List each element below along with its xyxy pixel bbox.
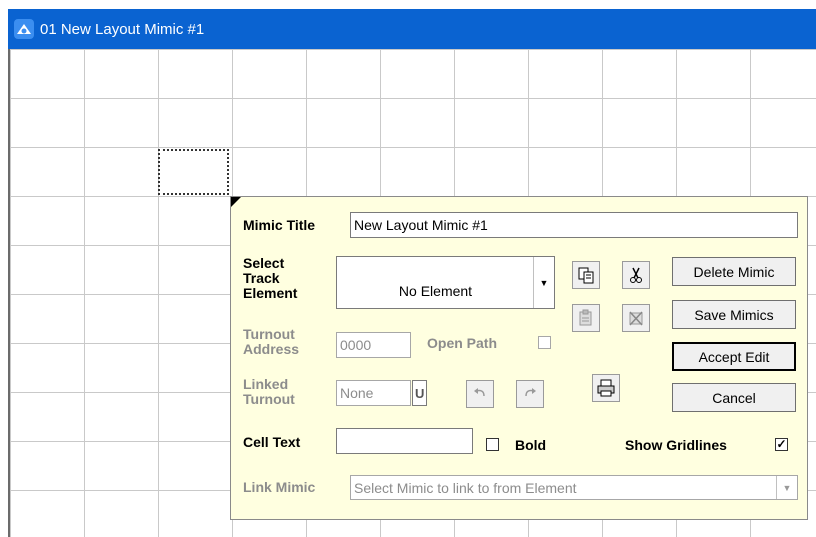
select-track-label-line1: Select: [243, 255, 285, 271]
cell-text-label: Cell Text: [243, 434, 301, 450]
panel-corner-marker: [231, 197, 241, 207]
linked-turnout-label-line1: Linked: [243, 376, 289, 392]
link-mimic-dropdown[interactable]: Select Mimic to link to from Element ▼: [350, 475, 798, 500]
link-mimic-value: Select Mimic to link to from Element: [354, 479, 577, 496]
delete-element-icon[interactable]: [622, 304, 650, 332]
window-titlebar[interactable]: 01 New Layout Mimic #1: [8, 9, 816, 49]
copy-icon[interactable]: [572, 261, 600, 289]
linked-turnout-label-line2: Turnout: [243, 391, 295, 407]
cell-text-input[interactable]: [336, 428, 473, 454]
show-gridlines-checkbox[interactable]: ✓: [775, 438, 788, 451]
turnout-address-label-line1: Turnout: [243, 326, 295, 342]
turnout-address-label-line2: Address: [243, 341, 300, 357]
redo-icon[interactable]: [516, 380, 544, 408]
mimic-title-label: Mimic Title: [243, 217, 316, 233]
bold-checkbox[interactable]: [486, 438, 499, 451]
bold-label: Bold: [515, 437, 547, 453]
accept-edit-button[interactable]: Accept Edit: [672, 342, 796, 371]
linked-turnout-u-field[interactable]: U: [412, 380, 427, 406]
open-path-label: Open Path: [427, 335, 498, 351]
turnout-address-input[interactable]: 0000: [336, 332, 411, 358]
edit-panel: Mimic Title New Layout Mimic #1 Select T…: [230, 196, 808, 520]
track-element-value: No Element: [398, 282, 473, 299]
dropdown-arrow-icon[interactable]: ▼: [533, 257, 554, 308]
select-track-label-line3: Element: [243, 285, 298, 301]
delete-mimic-button[interactable]: Delete Mimic: [672, 257, 796, 286]
print-icon[interactable]: [592, 374, 620, 402]
show-gridlines-label: Show Gridlines: [625, 437, 727, 453]
save-mimics-button[interactable]: Save Mimics: [672, 300, 796, 329]
paste-icon[interactable]: [572, 304, 600, 332]
app-logo-icon: [14, 19, 34, 39]
cut-icon[interactable]: [622, 261, 650, 289]
undo-icon[interactable]: [466, 380, 494, 408]
select-track-label-line2: Track: [243, 270, 280, 286]
open-path-checkbox[interactable]: [538, 336, 551, 349]
link-mimic-dropdown-arrow-icon[interactable]: ▼: [776, 476, 797, 499]
link-mimic-label: Link Mimic: [243, 479, 316, 495]
mimic-title-input[interactable]: New Layout Mimic #1: [350, 212, 798, 238]
selected-grid-cell[interactable]: [158, 149, 229, 195]
track-element-dropdown[interactable]: No Element ▼: [336, 256, 555, 309]
window-title: 01 New Layout Mimic #1: [40, 20, 205, 38]
cancel-button[interactable]: Cancel: [672, 383, 796, 412]
linked-turnout-input[interactable]: None: [336, 380, 411, 406]
